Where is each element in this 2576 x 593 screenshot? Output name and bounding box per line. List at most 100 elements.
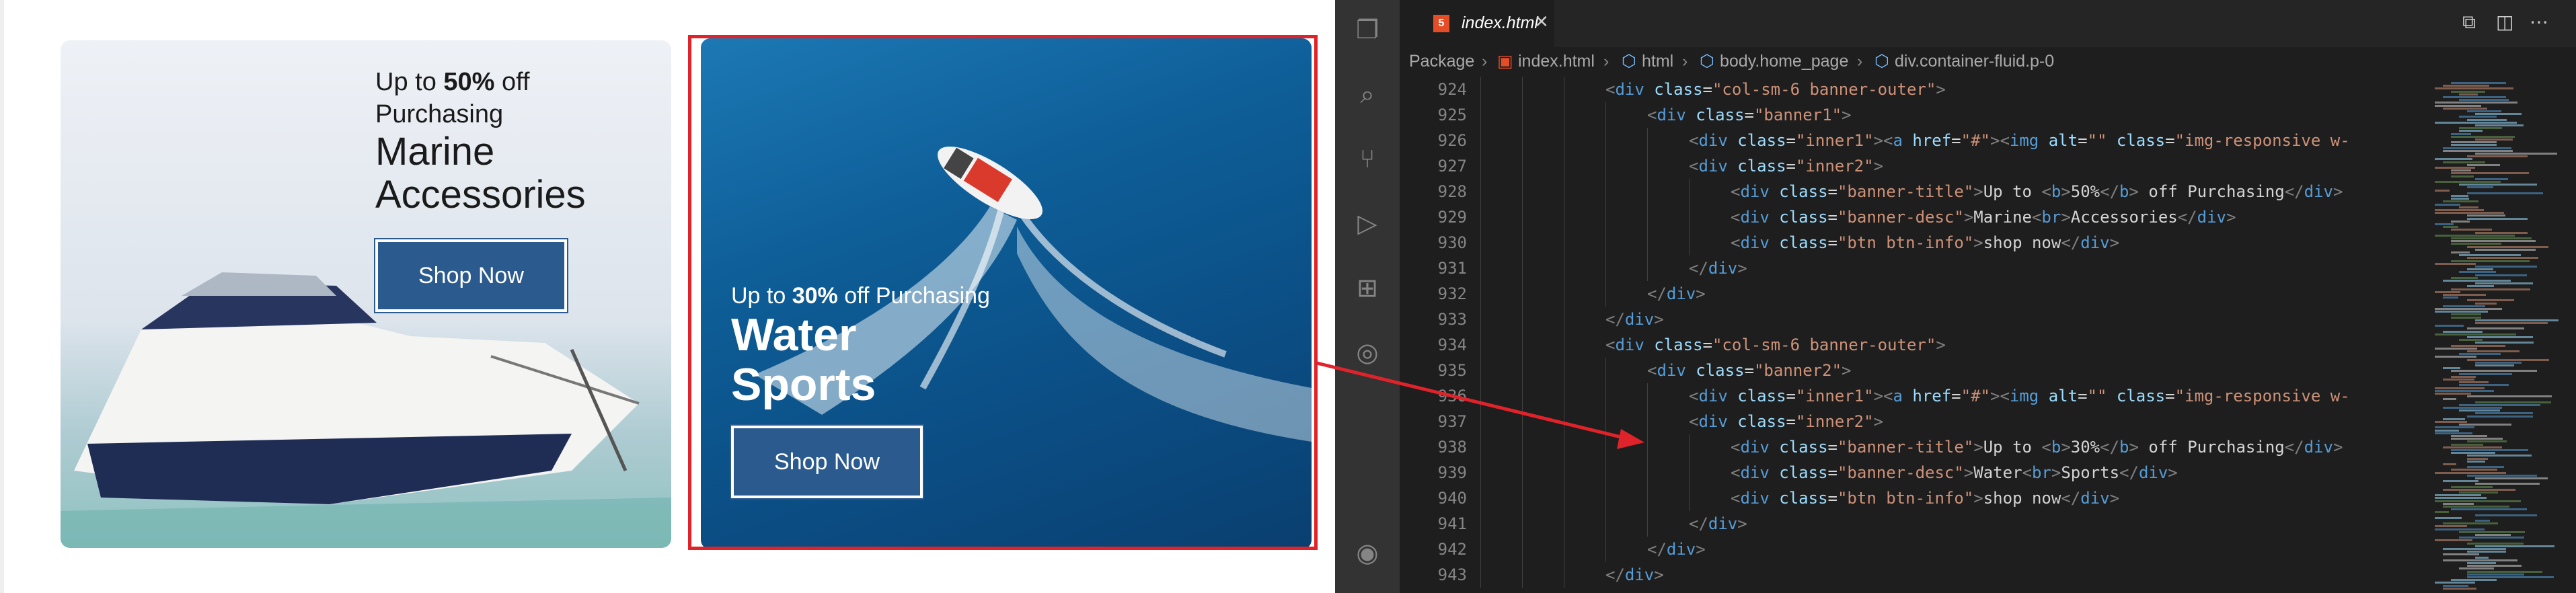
minimap-line — [2459, 99, 2509, 102]
minimap-line — [2467, 257, 2539, 260]
line-number: 924 — [1437, 80, 1467, 99]
indent-guide — [1647, 460, 1648, 485]
explorer-icon[interactable]: ❐ — [1353, 15, 1382, 44]
account-icon[interactable]: ◉ — [1353, 538, 1382, 567]
minimap-line — [2443, 480, 2479, 483]
minimap-line — [2459, 130, 2483, 132]
run-debug-icon[interactable]: ▷ — [1353, 208, 1382, 238]
minimap-line — [2459, 372, 2513, 375]
indent-guide — [1605, 102, 1606, 128]
minimap-line — [2467, 358, 2549, 361]
tab-index-html[interactable]: 5 index.html ✕ — [1400, 0, 1554, 47]
minimap-line — [2467, 562, 2496, 564]
code-line[interactable]: 924 <div class="col-sm-6 banner-outer"> — [1400, 77, 2415, 102]
code-line[interactable]: 927 <div class="inner2"> — [1400, 153, 2415, 179]
minimap-line — [2435, 311, 2489, 313]
minimap-line — [2451, 90, 2486, 93]
code-line[interactable]: 943 </div> — [1400, 562, 2415, 588]
code-line[interactable]: 941 </div> — [1400, 511, 2415, 537]
split-editor-icon[interactable]: ◫ — [2496, 11, 2513, 33]
breadcrumb-item[interactable]: body.home_page — [1720, 47, 1848, 75]
minimap-line — [2451, 469, 2497, 471]
indent-guide — [1605, 230, 1606, 255]
shop-now-button[interactable]: Shop Now — [375, 239, 567, 312]
minimap-line — [2467, 573, 2525, 576]
minimap-line — [2443, 226, 2459, 229]
indent-guide — [1522, 77, 1523, 102]
tab-bar: 5 index.html ✕ ⧉ ◫ ⋯ — [1400, 0, 2576, 47]
indent-guide — [1480, 537, 1481, 562]
minimap-line — [2459, 537, 2525, 539]
indent-guide — [1605, 460, 1606, 485]
code-line[interactable]: 925 <div class="banner1"> — [1400, 102, 2415, 128]
minimap-line — [2435, 389, 2495, 392]
extensions-icon[interactable]: ⊞ — [1353, 273, 1382, 303]
minimap-line — [2443, 367, 2460, 370]
breadcrumb-item[interactable]: html — [1642, 47, 1673, 75]
close-icon[interactable]: ✕ — [1534, 12, 1549, 32]
banner-title: Up to 50% off Purchasing — [375, 68, 530, 128]
minimap-line — [2443, 147, 2511, 149]
code-text: <div class="banner-title">Up to <b>50%</… — [1731, 182, 2343, 201]
chevron-right-icon: › — [1482, 52, 1488, 71]
breadcrumb-item[interactable]: div.container-fluid.p-0 — [1895, 47, 2054, 75]
code-editor[interactable]: 924 <div class="col-sm-6 banner-outer"> 92… — [1400, 75, 2415, 593]
indent-guide — [1647, 511, 1648, 537]
code-line[interactable]: 939 <div class="banner-desc">Water<br>Spo… — [1400, 460, 2415, 485]
code-line[interactable]: 926 <div class="inner1"><a href="#"><img … — [1400, 128, 2415, 153]
indent-guide — [1480, 281, 1481, 307]
more-actions-icon[interactable]: ⋯ — [2530, 11, 2548, 33]
minimap-line — [2443, 200, 2478, 203]
minimap-line — [2451, 316, 2482, 319]
minimap-line — [2451, 276, 2478, 279]
minimap-line — [2435, 212, 2505, 214]
line-number: 931 — [1437, 259, 1467, 278]
code-line[interactable]: 942 </div> — [1400, 537, 2415, 562]
search-icon[interactable]: ⌕ — [1353, 79, 1382, 109]
indent-guide — [1480, 230, 1481, 255]
minimap-line — [2475, 483, 2540, 485]
source-control-icon[interactable]: ⑂ — [1353, 144, 1382, 173]
code-text: <div class="btn btn-info">shop now</div> — [1731, 489, 2120, 508]
code-line[interactable]: 933 </div> — [1400, 307, 2415, 332]
code-text: </div> — [1689, 514, 1747, 533]
highlight-box — [688, 35, 1318, 550]
breadcrumb-item[interactable]: index.html — [1518, 47, 1595, 75]
minimap-line — [2459, 206, 2479, 208]
minimap-line — [2443, 161, 2486, 163]
code-line[interactable]: 932 </div> — [1400, 281, 2415, 307]
code-text: <div class="col-sm-6 banner-outer"> — [1605, 80, 1946, 99]
minimap-line — [2467, 192, 2543, 194]
code-line[interactable]: 929 <div class="banner-desc">Marine<br>Ac… — [1400, 204, 2415, 230]
indent-guide — [1522, 485, 1523, 511]
minimap-line — [2435, 347, 2477, 350]
html-file-icon: ▣ — [1497, 52, 1513, 71]
code-text: </div> — [1647, 284, 1706, 303]
code-line[interactable]: 928 <div class="banner-title">Up to <b>50… — [1400, 179, 2415, 204]
code-line[interactable]: 940 <div class="btn btn-info">shop now</d… — [1400, 485, 2415, 511]
line-number: 925 — [1437, 106, 1467, 124]
minimap-line — [2435, 308, 2503, 310]
indent-guide — [1480, 485, 1481, 511]
code-line[interactable]: 931 </div> — [1400, 255, 2415, 281]
minimap-line — [2451, 485, 2493, 488]
indent-guide — [1647, 204, 1648, 230]
code-line[interactable]: 930 <div class="btn btn-info">shop now</d… — [1400, 230, 2415, 255]
indent-guide — [1522, 511, 1523, 537]
chevron-right-icon: › — [1857, 52, 1863, 71]
open-changes-icon[interactable]: ⧉ — [2462, 11, 2476, 34]
minimap-line — [2443, 296, 2459, 299]
minimap-line — [2459, 116, 2497, 118]
minimap-line — [2435, 325, 2464, 327]
code-text: <div class="inner1"><a href="#"><img alt… — [1689, 387, 2350, 405]
minimap-line — [2435, 426, 2474, 429]
minimap-line — [2475, 342, 2534, 344]
minimap[interactable] — [2415, 75, 2576, 593]
breadcrumb-item[interactable]: Package — [1409, 47, 1474, 75]
minimap-line — [2475, 556, 2489, 559]
minimap-line — [2467, 327, 2524, 330]
line-number: 942 — [1437, 540, 1467, 559]
banner-marine-accessories[interactable]: Up to 50% off Purchasing Marine Accessori… — [61, 40, 671, 548]
minimap-line — [2459, 567, 2495, 570]
minimap-line — [2459, 93, 2478, 95]
